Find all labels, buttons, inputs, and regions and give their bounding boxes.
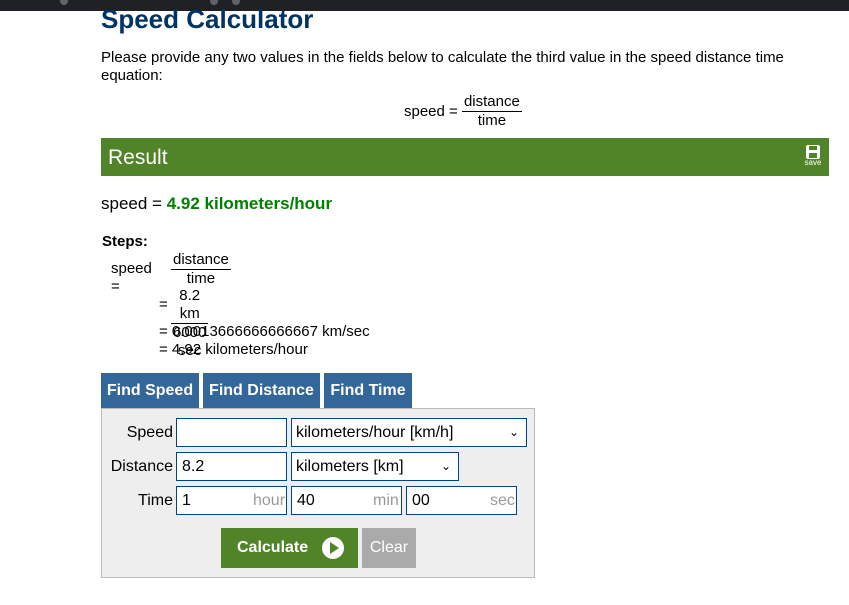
formula-numerator: distance bbox=[461, 93, 522, 112]
step1-numerator: distance bbox=[171, 251, 231, 270]
formula: speed = distance time bbox=[404, 93, 522, 130]
distance-input[interactable]: 8.2 bbox=[176, 452, 287, 481]
time-min-suffix: min bbox=[373, 492, 399, 509]
chevron-down-icon: ⌄ bbox=[508, 425, 519, 439]
tab-find-speed[interactable]: Find Speed bbox=[101, 373, 199, 408]
page-title: Speed Calculator bbox=[101, 4, 314, 34]
time-sec-suffix: sec bbox=[490, 492, 515, 509]
distance-label: Distance bbox=[110, 458, 173, 475]
speed-input[interactable] bbox=[176, 418, 287, 447]
result-header-bar: Result save bbox=[101, 138, 829, 176]
step1-fraction: distance time bbox=[171, 251, 231, 288]
distance-unit-value: kilometers [km] bbox=[296, 458, 404, 475]
save-button[interactable]: save bbox=[804, 145, 822, 169]
formula-fraction: distance time bbox=[461, 93, 522, 130]
formula-denominator: time bbox=[477, 112, 507, 129]
save-icon bbox=[806, 145, 820, 159]
answer-prefix: speed = bbox=[101, 194, 162, 213]
tab-find-time[interactable]: Find Time bbox=[324, 373, 412, 408]
calculate-button[interactable]: Calculate bbox=[221, 528, 358, 568]
browser-strip-icon bbox=[60, 0, 68, 5]
intro-text: Please provide any two values in the fie… bbox=[101, 49, 784, 84]
speed-unit-value: kilometers/hour [km/h] bbox=[296, 424, 454, 441]
tab-find-distance[interactable]: Find Distance bbox=[203, 373, 320, 408]
distance-unit-select[interactable]: kilometers [km] ⌄ bbox=[291, 452, 459, 481]
save-label: save bbox=[804, 158, 822, 167]
formula-lhs: speed = bbox=[404, 103, 458, 120]
calculator-form: Speed kilometers/hour [km/h] ⌄ Distance … bbox=[101, 408, 535, 578]
step2-equals: = bbox=[159, 296, 168, 313]
step3-text: = 0.0013666666666667 km/sec bbox=[159, 323, 370, 340]
time-hour-suffix: hour bbox=[253, 492, 286, 509]
answer-value: 4.92 kilometers/hour bbox=[166, 194, 333, 213]
time-label: Time bbox=[138, 492, 173, 509]
result-answer: speed = 4.92 kilometers/hour bbox=[101, 194, 332, 214]
step2-numerator: 8.2 km bbox=[171, 287, 209, 324]
step1-denominator: time bbox=[186, 270, 216, 287]
calculate-label: Calculate bbox=[237, 539, 309, 556]
play-icon bbox=[322, 537, 344, 559]
speed-unit-select[interactable]: kilometers/hour [km/h] ⌄ bbox=[291, 418, 527, 447]
step1-lhs: speed = bbox=[111, 260, 152, 295]
clear-button[interactable]: Clear bbox=[362, 528, 416, 568]
chevron-down-icon: ⌄ bbox=[440, 459, 451, 473]
speed-label: Speed bbox=[126, 424, 173, 441]
step4-text: = 4.92 kilometers/hour bbox=[159, 341, 308, 358]
result-header: Result bbox=[108, 146, 168, 169]
steps-title: Steps: bbox=[102, 233, 148, 250]
